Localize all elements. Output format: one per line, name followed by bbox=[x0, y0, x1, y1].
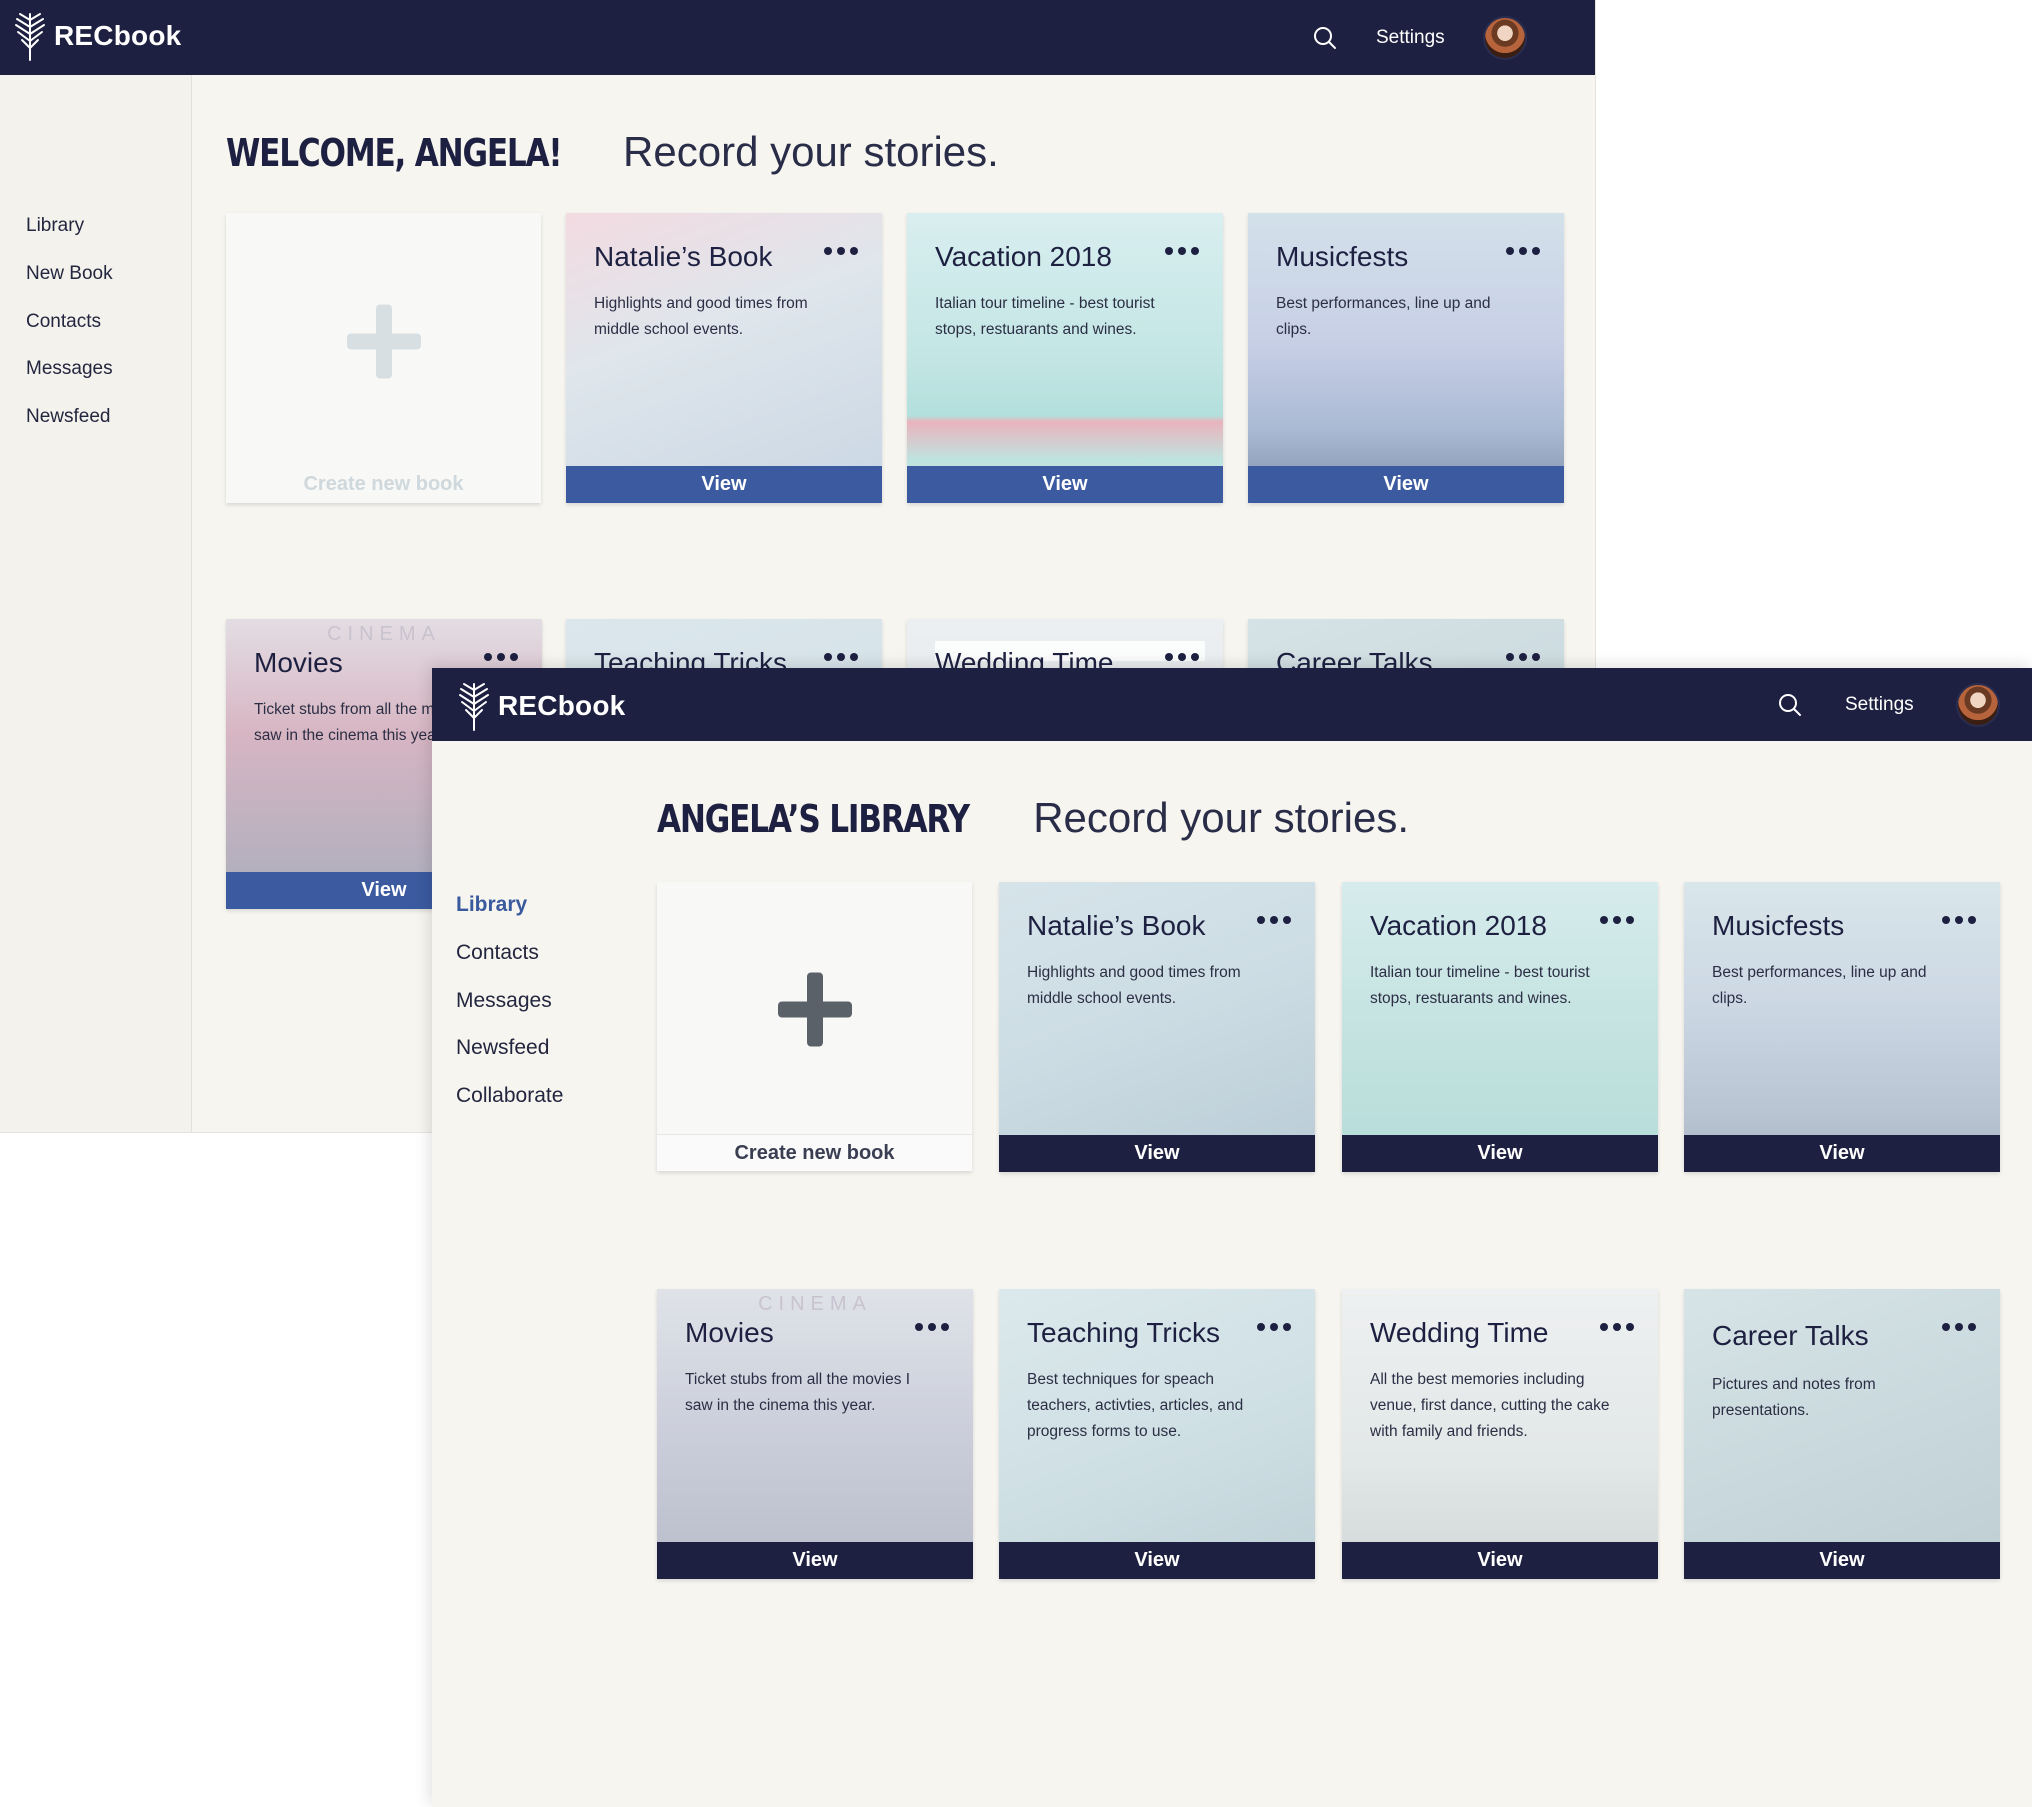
sidebar-item-contacts[interactable]: Contacts bbox=[26, 311, 101, 333]
brand-name: RECbook bbox=[54, 20, 182, 51]
sidebar-item-newsfeed[interactable]: Newsfeed bbox=[456, 1036, 549, 1060]
book-card-teaching-tricks[interactable]: Teaching Tricks Best techniques for spea… bbox=[999, 1289, 1315, 1579]
book-card-career-talks[interactable]: Career Talks Pictures and notes from pre… bbox=[1684, 1289, 2000, 1579]
book-title: Teaching Tricks bbox=[1027, 1317, 1220, 1348]
library-screen: RECbook Settings Library Contacts Messag… bbox=[432, 668, 2032, 1807]
greeting: WELCOME, ANGELA! Record your stories. bbox=[226, 128, 999, 176]
view-button[interactable]: View bbox=[999, 1542, 1315, 1579]
book-title: Career Talks bbox=[1712, 1320, 1869, 1351]
book-description: Italian tour timeline - best tourist sto… bbox=[1370, 964, 1590, 1007]
view-button[interactable]: View bbox=[657, 1542, 973, 1579]
sidebar-item-library[interactable]: Library bbox=[26, 215, 84, 237]
more-icon[interactable] bbox=[1506, 247, 1540, 255]
view-button[interactable]: View bbox=[1684, 1542, 2000, 1579]
search-icon[interactable] bbox=[1312, 25, 1338, 51]
book-card-musicfests[interactable]: Musicfests Best performances, line up an… bbox=[1684, 882, 2000, 1172]
book-card-musicfests[interactable]: Musicfests Best performances, line up an… bbox=[1248, 213, 1564, 503]
book-card-natalies-book[interactable]: Natalie’s Book Highlights and good times… bbox=[566, 213, 882, 503]
logo-icon bbox=[12, 10, 48, 62]
page-subtitle: Record your stories. bbox=[623, 128, 999, 175]
create-new-book-label: Create new book bbox=[657, 1134, 972, 1171]
view-button[interactable]: View bbox=[1342, 1135, 1658, 1172]
view-button[interactable]: View bbox=[566, 466, 882, 503]
book-card-wedding-time[interactable]: Wedding Time All the best memories inclu… bbox=[1342, 1289, 1658, 1579]
book-card-movies[interactable]: CINEMA Movies Ticket stubs from all the … bbox=[657, 1289, 973, 1579]
sidebar-item-collaborate[interactable]: Collaborate bbox=[456, 1084, 563, 1108]
avatar[interactable] bbox=[1955, 682, 2000, 727]
sidebar: Library Contacts Messages Newsfeed Colla… bbox=[432, 741, 624, 1807]
book-description: Ticket stubs from all the movies I saw i… bbox=[685, 1371, 911, 1414]
book-title: Vacation 2018 bbox=[935, 241, 1112, 272]
logo-icon bbox=[456, 680, 492, 732]
book-description: Highlights and good times from middle sc… bbox=[594, 295, 808, 338]
more-icon[interactable] bbox=[484, 653, 518, 661]
cinema-sign: CINEMA bbox=[758, 1293, 872, 1315]
book-title: Vacation 2018 bbox=[1370, 910, 1547, 941]
sidebar-item-contacts[interactable]: Contacts bbox=[456, 941, 539, 965]
plus-icon bbox=[343, 300, 425, 387]
top-nav-bar: RECbook Settings bbox=[432, 668, 2032, 741]
create-new-book-label: Create new book bbox=[303, 473, 464, 495]
more-icon[interactable] bbox=[824, 247, 858, 255]
brand[interactable]: RECbook bbox=[12, 10, 181, 62]
more-icon[interactable] bbox=[1942, 1323, 1976, 1331]
greeting: ANGELA’S LIBRARY Record your stories. bbox=[657, 794, 1409, 842]
book-description: Highlights and good times from middle sc… bbox=[1027, 964, 1241, 1007]
more-icon[interactable] bbox=[1257, 1323, 1291, 1331]
settings-link[interactable]: Settings bbox=[1845, 694, 1914, 716]
more-icon[interactable] bbox=[824, 653, 858, 661]
sidebar-item-newsfeed[interactable]: Newsfeed bbox=[26, 406, 111, 428]
create-new-book-card[interactable]: Create new book bbox=[657, 882, 972, 1171]
more-icon[interactable] bbox=[915, 1323, 949, 1331]
view-button[interactable]: View bbox=[1342, 1542, 1658, 1579]
book-description: Best performances, line up and clips. bbox=[1712, 964, 1927, 1007]
book-description: Italian tour timeline - best tourist sto… bbox=[935, 295, 1155, 338]
view-button[interactable]: View bbox=[907, 466, 1223, 503]
book-description: Best techniques for speach teachers, act… bbox=[1027, 1371, 1244, 1440]
brand-name: RECbook bbox=[498, 690, 626, 721]
book-description: All the best memories including venue, f… bbox=[1370, 1371, 1610, 1440]
more-icon[interactable] bbox=[1257, 916, 1291, 924]
more-icon[interactable] bbox=[1600, 1323, 1634, 1331]
create-new-book-card[interactable]: Create new book bbox=[226, 213, 541, 503]
search-icon[interactable] bbox=[1777, 692, 1803, 718]
book-title: Movies bbox=[254, 647, 343, 678]
settings-link[interactable]: Settings bbox=[1376, 27, 1445, 49]
page-title: WELCOME, ANGELA! bbox=[226, 131, 563, 175]
plus-icon bbox=[774, 969, 856, 1056]
more-icon[interactable] bbox=[1506, 653, 1540, 661]
view-button[interactable]: View bbox=[999, 1135, 1315, 1172]
sidebar-item-library[interactable]: Library bbox=[456, 893, 527, 917]
brand[interactable]: RECbook bbox=[456, 680, 625, 732]
nav-right: Settings bbox=[1312, 0, 1527, 75]
view-button[interactable]: View bbox=[1248, 466, 1564, 503]
book-card-natalies-book[interactable]: Natalie’s Book Highlights and good times… bbox=[999, 882, 1315, 1172]
book-description: Pictures and notes from presentations. bbox=[1712, 1376, 1876, 1419]
more-icon[interactable] bbox=[1165, 653, 1199, 661]
sidebar-item-messages[interactable]: Messages bbox=[456, 989, 552, 1013]
book-title: Movies bbox=[685, 1317, 774, 1348]
nav-right: Settings bbox=[1777, 668, 2000, 741]
book-card-vacation-2018[interactable]: Vacation 2018 Italian tour timeline - be… bbox=[1342, 882, 1658, 1172]
more-icon[interactable] bbox=[1165, 247, 1199, 255]
more-icon[interactable] bbox=[1600, 916, 1634, 924]
book-description: Best performances, line up and clips. bbox=[1276, 295, 1491, 338]
sidebar: Library New Book Contacts Messages Newsf… bbox=[0, 75, 192, 1132]
cinema-sign: CINEMA bbox=[327, 623, 441, 645]
top-nav-bar: RECbook Settings bbox=[0, 0, 1595, 75]
avatar[interactable] bbox=[1482, 15, 1527, 60]
page-subtitle: Record your stories. bbox=[1033, 794, 1410, 841]
sidebar-item-messages[interactable]: Messages bbox=[26, 358, 113, 380]
sidebar-item-new-book[interactable]: New Book bbox=[26, 263, 113, 285]
book-title: Wedding Time bbox=[1370, 1317, 1549, 1348]
book-title: Natalie’s Book bbox=[1027, 910, 1206, 941]
book-card-vacation-2018[interactable]: Vacation 2018 Italian tour timeline - be… bbox=[907, 213, 1223, 503]
book-title: Musicfests bbox=[1276, 241, 1409, 272]
more-icon[interactable] bbox=[1942, 916, 1976, 924]
book-title: Natalie’s Book bbox=[594, 241, 773, 272]
book-title: Musicfests bbox=[1712, 910, 1845, 941]
view-button[interactable]: View bbox=[1684, 1135, 2000, 1172]
page-title: ANGELA’S LIBRARY bbox=[657, 797, 970, 841]
